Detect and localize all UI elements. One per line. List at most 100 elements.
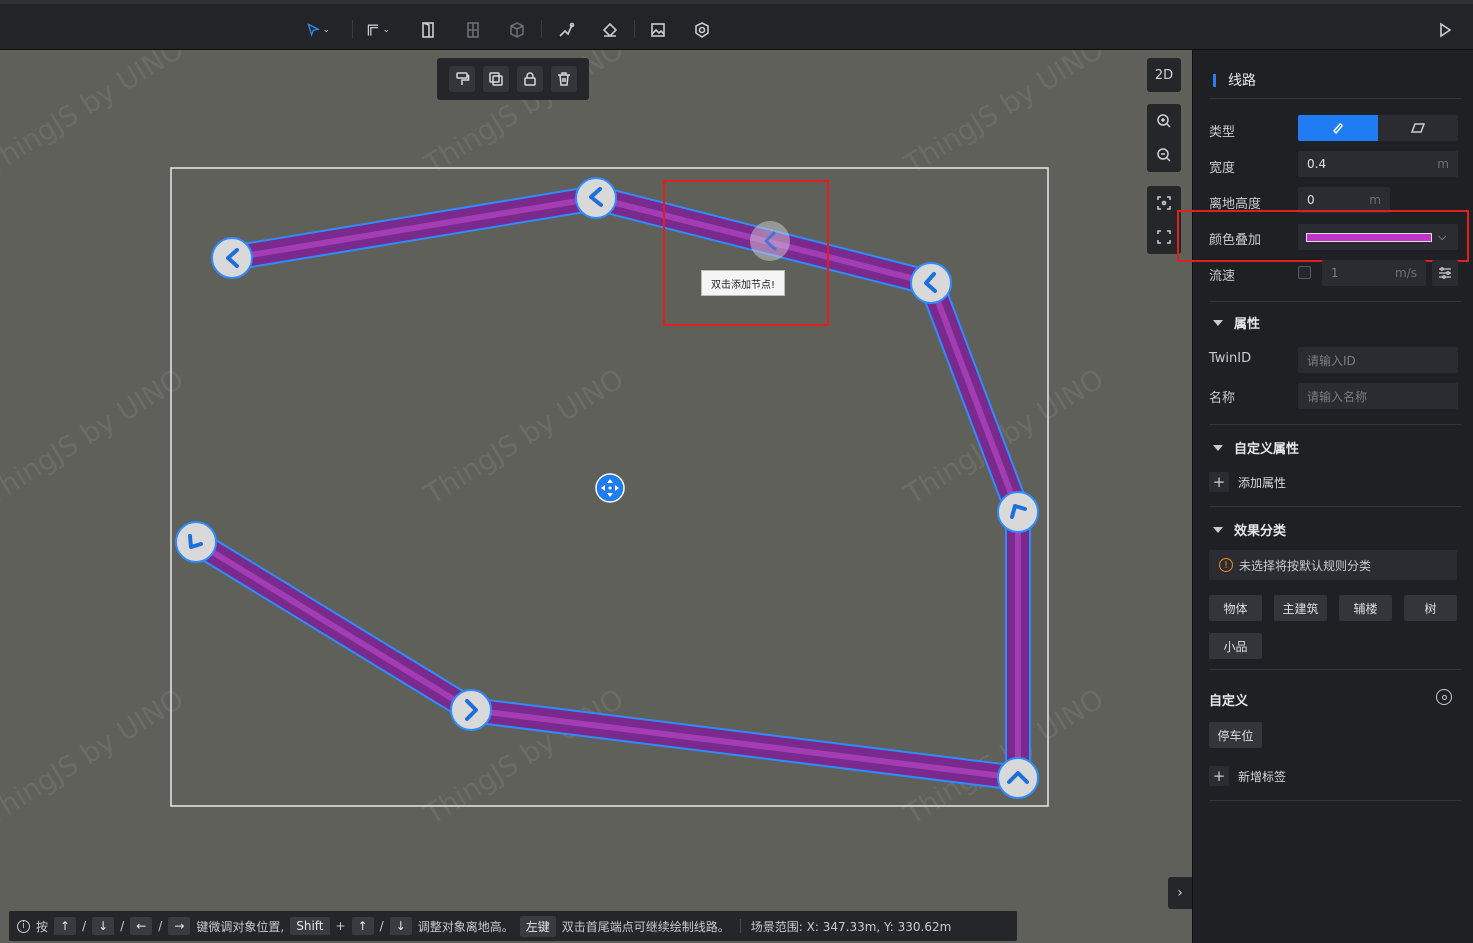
collapse-panel-button[interactable]: › — [1168, 877, 1192, 909]
effect-section-header[interactable]: 效果分类 — [1213, 520, 1286, 539]
status-plus: + — [335, 919, 346, 933]
paint-bucket-icon[interactable] — [598, 18, 622, 42]
toolbar-divider — [352, 20, 353, 38]
parallelogram-icon — [1411, 123, 1425, 133]
name-label: 名称 — [1209, 391, 1236, 406]
effect-chip[interactable]: 小品 — [1209, 633, 1262, 659]
key-left-click: 左键 — [519, 915, 556, 937]
key-right: → — [168, 917, 191, 935]
width-input[interactable]: 0.4 m — [1298, 151, 1458, 177]
zoom-out-icon[interactable] — [1147, 138, 1181, 172]
collapse-triangle-icon — [1213, 444, 1223, 451]
route-node[interactable] — [910, 262, 952, 304]
move-handle-icon[interactable] — [595, 473, 625, 503]
status-slash: / — [120, 919, 125, 933]
route-node[interactable] — [175, 521, 217, 563]
flow-speed-input[interactable]: 1 m/s — [1322, 260, 1426, 286]
effect-chip[interactable]: 辅楼 — [1339, 595, 1392, 621]
route-node[interactable] — [450, 689, 492, 731]
fullscreen-icon[interactable] — [1147, 220, 1181, 254]
route-scene — [170, 167, 1049, 807]
zoom-in-icon[interactable] — [1147, 104, 1181, 138]
door-icon[interactable] — [416, 18, 440, 42]
flow-settings-icon[interactable] — [1432, 260, 1458, 286]
type-label: 类型 — [1209, 125, 1236, 140]
effect-section-title: 效果分类 — [1234, 524, 1287, 539]
view-mode-toggle[interactable]: 2D — [1147, 58, 1181, 92]
warning-icon: ! — [1219, 558, 1233, 572]
title-accent-bar — [1213, 73, 1216, 87]
flow-unit: m/s — [1395, 266, 1417, 280]
collapse-triangle-icon — [1213, 526, 1223, 533]
add-property-button[interactable]: + 添加属性 — [1209, 472, 1286, 492]
copy-icon[interactable] — [483, 66, 509, 92]
info-icon: i — [17, 919, 30, 933]
add-tag-label: 新增标签 — [1238, 769, 1287, 784]
pointer-select-icon[interactable]: ⌄ — [306, 18, 330, 42]
effect-notice: ! 未选择将按默认规则分类 — [1209, 550, 1457, 580]
status-slash: / — [82, 919, 87, 933]
route-node[interactable] — [211, 237, 253, 279]
lock-icon[interactable] — [517, 66, 543, 92]
wall-draw-icon[interactable]: ⌄ — [366, 18, 390, 42]
panel-title: 线路 — [1213, 70, 1256, 90]
route-node[interactable] — [575, 177, 617, 219]
status-move-text: 键微调对象位置, — [196, 919, 285, 934]
zoom-tools — [1147, 104, 1181, 172]
custom-props-section-title: 自定义属性 — [1234, 442, 1300, 457]
add-property-label: 添加属性 — [1238, 475, 1287, 490]
path-line-icon[interactable] — [554, 18, 578, 42]
focus-frame-icon[interactable] — [1147, 186, 1181, 220]
format-brush-icon[interactable] — [449, 66, 475, 92]
settings-icon[interactable] — [1436, 689, 1452, 705]
flow-checkbox[interactable] — [1298, 266, 1311, 279]
image-icon[interactable] — [646, 18, 670, 42]
width-value: 0.4 — [1307, 157, 1327, 171]
status-press-text: 按 — [36, 919, 49, 934]
pipe-icon — [1332, 123, 1343, 135]
add-tag-button[interactable]: + 新增标签 — [1209, 766, 1286, 786]
name-input[interactable]: 请输入名称 — [1298, 383, 1458, 409]
plus-icon: + — [1209, 766, 1229, 786]
status-bar: i 按 ↑ / ↓ / ← / → 键微调对象位置, Shift + ↑ / ↓… — [9, 911, 1017, 941]
custom-props-section-header[interactable]: 自定义属性 — [1213, 438, 1299, 457]
view-mode-label[interactable]: 2D — [1147, 58, 1181, 92]
status-slash: / — [158, 919, 163, 933]
key-down: ↓ — [389, 917, 412, 935]
type-flat-option[interactable] — [1378, 115, 1458, 141]
panel-title-text: 线路 — [1228, 73, 1256, 89]
props-section-header[interactable]: 属性 — [1213, 313, 1260, 332]
status-slash: / — [379, 919, 384, 933]
divider — [1209, 506, 1461, 507]
effect-notice-text: 未选择将按默认规则分类 — [1239, 558, 1372, 573]
divider — [1209, 800, 1461, 801]
effect-chip[interactable]: 主建筑 — [1274, 595, 1327, 621]
twinid-input[interactable]: 请输入ID — [1298, 347, 1458, 373]
type-toggle — [1298, 115, 1458, 141]
model-library-icon[interactable] — [690, 18, 714, 42]
key-up: ↑ — [54, 917, 77, 935]
flow-speed-label: 流速 — [1209, 269, 1236, 284]
props-section-title: 属性 — [1234, 317, 1261, 332]
toolbar-divider — [634, 20, 635, 38]
play-icon[interactable] — [1433, 18, 1457, 42]
tag-chip[interactable]: 停车位 — [1209, 722, 1262, 748]
route-node[interactable] — [997, 491, 1039, 533]
type-pipe-option[interactable] — [1298, 115, 1378, 141]
divider — [1209, 424, 1461, 425]
properties-panel: 线路 类型 宽度 0.4 m 离地高度 0 m 颜色叠加 ⌵ 流速 1 m/s … — [1177, 50, 1473, 943]
highlight-box — [663, 180, 829, 326]
cube-icon[interactable] — [505, 18, 529, 42]
top-toolbar: ⌄ ⌄ — [0, 0, 1473, 50]
twinid-label: TwinID — [1209, 351, 1252, 366]
route-node[interactable] — [997, 757, 1039, 799]
effect-chip[interactable]: 物体 — [1209, 595, 1262, 621]
effect-chip[interactable]: 树 — [1404, 595, 1457, 621]
collapse-triangle-icon — [1213, 319, 1223, 326]
flow-value: 1 — [1331, 266, 1339, 280]
window-icon[interactable] — [461, 18, 485, 42]
status-divider — [739, 919, 741, 933]
delete-icon[interactable] — [551, 66, 577, 92]
toolbar-divider — [541, 20, 542, 38]
scene-viewport[interactable]: ThingJS by UINO ThingJS by UINO ThingJS … — [0, 50, 1192, 943]
